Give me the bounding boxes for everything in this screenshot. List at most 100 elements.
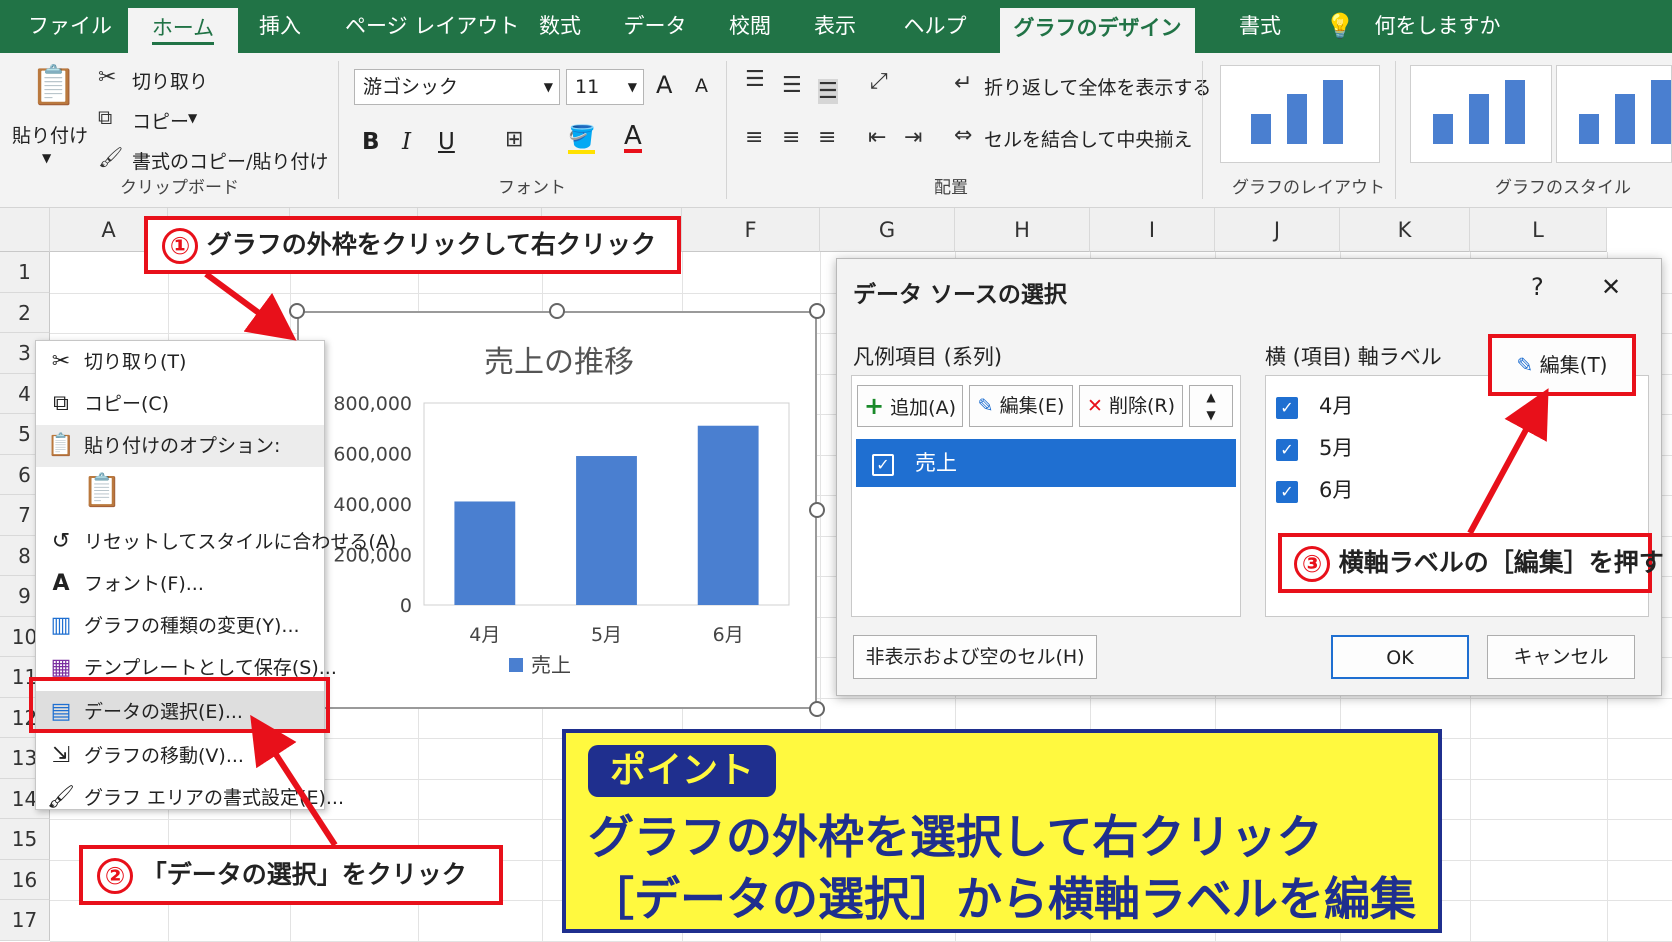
align-bottom-icon[interactable]: ☰ [818, 79, 838, 104]
format-painter-button[interactable]: 書式のコピー/貼り付け [132, 147, 328, 174]
tab-page-layout[interactable]: ページ レイアウト [345, 0, 519, 53]
tab-insert[interactable]: 挿入 [250, 0, 310, 53]
copy-button[interactable]: コピー [132, 107, 189, 134]
ok-button[interactable]: OK [1331, 635, 1469, 679]
axis-item-may[interactable]: ✓ 5月 [1276, 432, 1353, 462]
row-header-16[interactable]: 16 [0, 859, 50, 900]
tab-help[interactable]: ヘルプ [895, 0, 975, 53]
menu-item-reset-style[interactable]: ↺ リセットしてスタイルに合わせる(A) [36, 521, 396, 563]
series-item-sales[interactable]: ✓ 売上 [856, 439, 1236, 487]
shrink-font-button[interactable]: A [695, 75, 708, 97]
tab-review[interactable]: 校閲 [720, 0, 780, 53]
cut-button[interactable]: 切り取り [132, 67, 208, 94]
brush-icon: 🖌 [98, 145, 124, 169]
border-icon[interactable]: ⊞ [505, 127, 523, 152]
axis-item-apr[interactable]: ✓ 4月 [1276, 390, 1353, 420]
menu-item-label: グラフの移動(V)... [84, 745, 244, 767]
resize-handle[interactable] [289, 303, 305, 319]
checkbox-checked-icon[interactable]: ✓ [1276, 397, 1298, 419]
move-chart-icon: ⇲ [51, 743, 71, 768]
add-series-button[interactable]: + 追加(A) [857, 385, 963, 427]
chevron-down-icon[interactable]: ▼ [188, 111, 197, 125]
menu-item-format-chart-area[interactable]: 🖌 グラフ エリアの書式設定(E)... [36, 777, 344, 819]
close-icon[interactable]: ✕ [1601, 273, 1621, 301]
align-middle-icon[interactable]: ☰ [782, 73, 802, 98]
axis-item-jun[interactable]: ✓ 6月 [1276, 474, 1353, 504]
row-header-17[interactable]: 17 [0, 900, 50, 941]
tell-me-search[interactable]: 何をしますか [1370, 0, 1505, 53]
thumbnail-bar [1251, 114, 1271, 144]
resize-handle[interactable] [809, 502, 825, 518]
checkbox-checked-icon[interactable]: ✓ [1276, 481, 1298, 503]
row-header-1[interactable]: 1 [0, 252, 50, 293]
font-size-select[interactable]: 11 ▼ [566, 69, 644, 105]
menu-item-change-chart-type[interactable]: ▥ グラフの種類の変更(Y)... [36, 605, 324, 647]
tab-home[interactable]: ホーム [128, 8, 238, 53]
wrap-text-button[interactable]: 折り返して全体を表示する [984, 73, 1211, 100]
checkbox-checked-icon[interactable]: ✓ [1276, 439, 1298, 461]
column-header-k[interactable]: K [1340, 208, 1470, 252]
column-header-l[interactable]: L [1470, 208, 1607, 252]
orientation-icon[interactable]: ⤢ [870, 69, 888, 94]
merge-center-button[interactable]: セルを結合して中央揃え [984, 125, 1192, 152]
edit-series-button[interactable]: ✎ 編集(E) [969, 385, 1073, 427]
align-right-icon[interactable]: ≡ [818, 125, 836, 150]
bar-1 [454, 501, 516, 605]
delete-series-button[interactable]: ✕ 削除(R) [1079, 385, 1183, 427]
column-header-g[interactable]: G [820, 208, 955, 252]
context-menu: ✂ 切り取り(T) ⧉ コピー(C) 📋 貼り付けのオプション: 📋 ↺ リセットしてス… [35, 340, 396, 810]
checkbox-checked-icon[interactable]: ✓ [872, 454, 894, 476]
help-button[interactable]: ? [1531, 273, 1544, 301]
tab-file[interactable]: ファイル [20, 0, 120, 53]
align-left-icon[interactable]: ≡ [745, 125, 763, 150]
bold-button[interactable]: B [362, 129, 380, 155]
thumbnail-bar [1505, 80, 1525, 144]
chevron-down-icon[interactable]: ▼ [42, 151, 51, 165]
hidden-empty-cells-button[interactable]: 非表示および空のセル(H) [853, 635, 1097, 679]
series-list[interactable]: ✓ 売上 [851, 437, 1241, 617]
tab-format[interactable]: 書式 [1225, 0, 1295, 53]
chart-area[interactable]: 売上の推移 800,000 600,000 400,000 200,000 0 4月 5月 6… [297, 311, 817, 709]
column-header-j[interactable]: J [1215, 208, 1340, 252]
font-color-button[interactable]: A [624, 123, 642, 153]
resize-handle[interactable] [549, 303, 565, 319]
chevron-down-icon: ▼ [543, 80, 553, 94]
increase-indent-icon[interactable]: ⇥ [904, 125, 922, 150]
axis-edit-button[interactable]: ✎ 編集(T) [1492, 338, 1632, 392]
menu-item-move-chart[interactable]: ⇲ グラフの移動(V)... [36, 735, 324, 777]
chart-style-thumbnail[interactable] [1410, 65, 1552, 163]
column-header-i[interactable]: I [1090, 208, 1215, 252]
align-top-icon[interactable]: ☰ [745, 67, 765, 92]
select-all-corner[interactable] [0, 208, 50, 252]
thumbnail-bar [1615, 94, 1635, 144]
decrease-indent-icon[interactable]: ⇤ [868, 125, 886, 150]
grow-font-button[interactable]: A [656, 71, 672, 99]
menu-item-copy[interactable]: ⧉ コピー(C) [36, 383, 324, 425]
column-header-f[interactable]: F [682, 208, 820, 252]
italic-button[interactable]: I [402, 129, 411, 155]
resize-handle[interactable] [809, 303, 825, 319]
tab-formulas[interactable]: 数式 [530, 0, 590, 53]
row-header-2[interactable]: 2 [0, 292, 50, 333]
chart-style-thumbnail[interactable] [1556, 65, 1672, 163]
tab-data[interactable]: データ [615, 0, 695, 53]
align-center-icon[interactable]: ≡ [782, 125, 800, 150]
menu-item-font[interactable]: A フォント(F)... [36, 563, 324, 605]
tab-view[interactable]: 表示 [805, 0, 865, 53]
paste-button[interactable]: 貼り付け [12, 121, 88, 148]
chart-layout-thumbnail[interactable] [1220, 65, 1380, 163]
resize-handle[interactable] [809, 701, 825, 717]
menu-item-cut[interactable]: ✂ 切り取り(T) [36, 341, 324, 383]
fill-color-icon[interactable]: 🪣 [568, 125, 596, 154]
merge-icon: ⇔ [954, 123, 973, 148]
scissors-icon: ✂ [98, 65, 117, 90]
row-header-15[interactable]: 15 [0, 819, 50, 860]
cancel-button[interactable]: キャンセル [1487, 635, 1635, 679]
font-name-select[interactable]: 游ゴシック ▼ [354, 69, 560, 105]
move-series-updown-button[interactable]: ▲ ▼ [1189, 385, 1233, 427]
edit-series-label: 編集(E) [999, 395, 1065, 417]
underline-button[interactable]: U [438, 129, 455, 155]
paste-option-icon[interactable]: 📋 [82, 471, 122, 509]
tab-chart-design[interactable]: グラフのデザイン [1000, 8, 1195, 53]
column-header-h[interactable]: H [955, 208, 1090, 252]
